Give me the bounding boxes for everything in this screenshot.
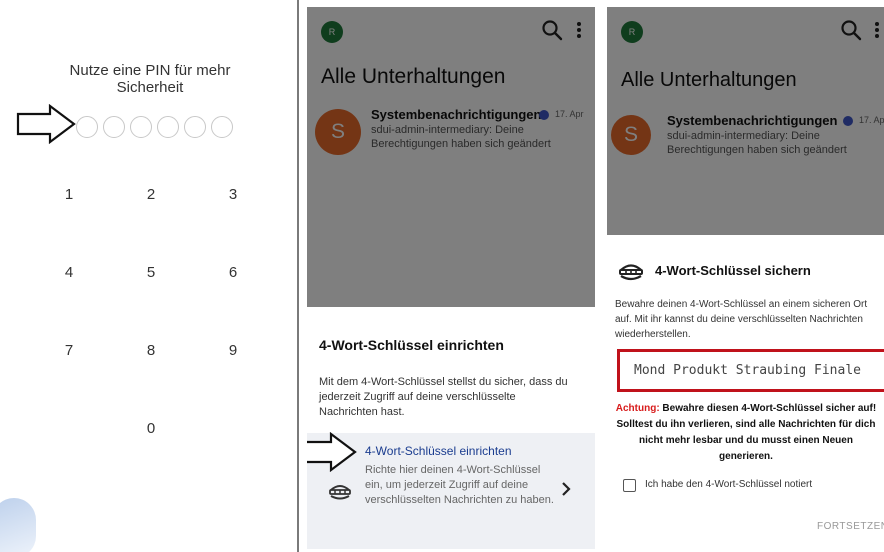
modal-scrim[interactable] [307, 7, 595, 307]
pin-key-2[interactable]: 2 [131, 186, 171, 203]
pin-key-6[interactable]: 6 [213, 264, 253, 281]
pin-key-1[interactable]: 1 [49, 186, 89, 203]
key-noted-label[interactable]: Ich habe den 4-Wort-Schlüssel notiert [645, 479, 812, 490]
pin-dot [211, 116, 233, 138]
save-sheet-title: 4-Wort-Schlüssel sichern [655, 263, 811, 278]
pin-indicator [76, 116, 233, 138]
pointer-arrow-icon [307, 432, 357, 472]
pin-title: Nutze eine PIN für mehr Sicherheit [69, 62, 231, 96]
pin-key-5[interactable]: 5 [131, 264, 171, 281]
pointer-arrow-icon [16, 104, 76, 144]
key-icon [329, 485, 351, 500]
pin-key-3[interactable]: 3 [213, 186, 253, 203]
brand-decoration [0, 498, 36, 552]
pin-dot [184, 116, 206, 138]
pin-key-8[interactable]: 8 [131, 342, 171, 359]
modal-scrim[interactable] [607, 7, 884, 235]
setup-option-description: Richte hier deinen 4-Wort-Schlüssel ein,… [365, 464, 554, 506]
setup-sheet: 4-Wort-Schlüssel einrichten Mit dem 4-Wo… [307, 307, 595, 552]
setup-sheet-description: Mit dem 4-Wort-Schlüssel stellst du sich… [319, 376, 568, 418]
setup-option-title: 4-Wort-Schlüssel einrichten [365, 444, 512, 458]
warning-label: Achtung: [615, 403, 660, 414]
key-words-text: Mond Produkt Straubing Finale [634, 363, 861, 378]
continue-button[interactable]: FORTSETZEN [817, 521, 884, 532]
setup-screen: R Alle Unterhaltungen S Systembenachrich… [307, 7, 595, 552]
warning-message: Achtung: Bewahre diesen 4-Wort-Schlüssel… [611, 401, 881, 465]
pin-key-4[interactable]: 4 [49, 264, 89, 281]
pin-key-7[interactable]: 7 [49, 342, 89, 359]
pin-dot [157, 116, 179, 138]
pin-dot [76, 116, 98, 138]
key-noted-checkbox[interactable] [623, 479, 636, 492]
save-sheet: 4-Wort-Schlüssel sichern Bewahre deinen … [607, 235, 884, 552]
save-sheet-description: Bewahre deinen 4-Wort-Schlüssel an einem… [615, 299, 868, 340]
pin-screen: Nutze eine PIN für mehr Sicherheit 1 2 3… [0, 0, 300, 552]
setup-sheet-title: 4-Wort-Schlüssel einrichten [319, 337, 504, 353]
panel-divider [297, 0, 299, 552]
pin-dot [130, 116, 152, 138]
pin-key-0[interactable]: 0 [131, 420, 171, 437]
chevron-right-icon [562, 482, 571, 496]
key-words-box: Mond Produkt Straubing Finale [617, 349, 884, 392]
key-icon [619, 264, 643, 281]
pin-key-9[interactable]: 9 [213, 342, 253, 359]
pin-dot [103, 116, 125, 138]
save-screen: R Alle Unterhaltungen S Systembenachrich… [607, 7, 884, 552]
